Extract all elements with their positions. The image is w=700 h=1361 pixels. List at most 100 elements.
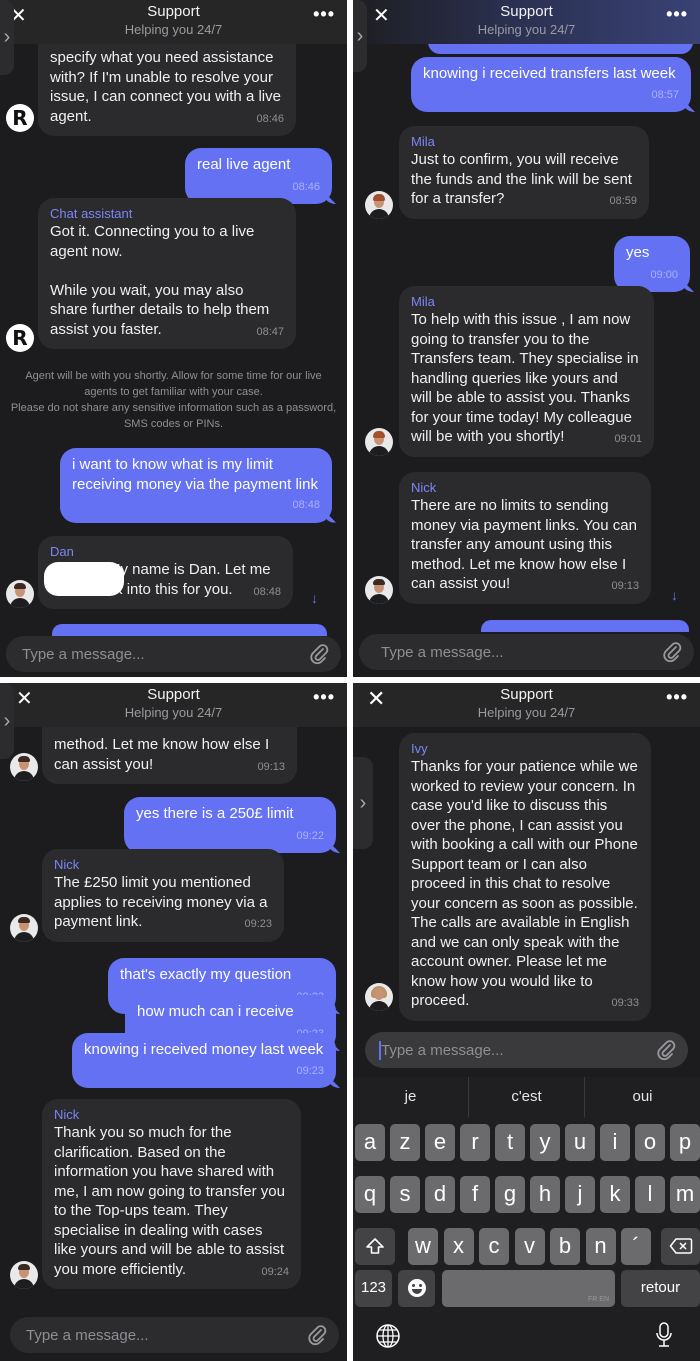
key-row3-4[interactable]: b: [550, 1228, 580, 1265]
side-drawer-handle[interactable]: ›: [0, 0, 14, 75]
key-row2-5[interactable]: h: [530, 1176, 560, 1213]
suggestion[interactable]: c'est: [469, 1077, 585, 1117]
chat-panel-3: ✕ Support Helping you 24/7 ••• › method.…: [0, 683, 347, 1361]
more-options-icon[interactable]: •••: [666, 4, 688, 25]
numbers-key[interactable]: 123: [355, 1270, 392, 1307]
key-row2-4[interactable]: g: [495, 1176, 525, 1213]
key-row3-1[interactable]: x: [443, 1228, 474, 1265]
attachment-paperclip-icon[interactable]: [662, 641, 682, 663]
key-row2-6[interactable]: j: [565, 1176, 595, 1213]
more-options-icon[interactable]: •••: [666, 687, 688, 708]
key-row2-0[interactable]: q: [355, 1176, 385, 1213]
close-icon[interactable]: ✕: [373, 6, 390, 26]
message-composer: [10, 1317, 339, 1353]
chevron-right-icon: ›: [359, 791, 367, 814]
shift-key[interactable]: [355, 1228, 395, 1265]
header-subtitle: Helping you 24/7: [477, 705, 576, 720]
key-row2-1[interactable]: s: [390, 1176, 420, 1213]
backspace-icon: [669, 1238, 692, 1254]
side-drawer-handle[interactable]: ›: [0, 683, 14, 759]
key-row2-9[interactable]: m: [670, 1176, 700, 1213]
key-row3-5[interactable]: n: [585, 1228, 616, 1265]
key-row2-8[interactable]: l: [635, 1176, 665, 1213]
user-message: real live agent 08:46: [185, 148, 332, 204]
more-options-icon[interactable]: •••: [313, 687, 335, 708]
more-options-icon[interactable]: •••: [313, 4, 335, 25]
chat-panel-4: ✕ Support Helping you 24/7 ••• › Ivy Tha…: [353, 683, 700, 1361]
close-icon[interactable]: ✕: [367, 688, 385, 710]
agent-message: Mila To help with this issue , I am now …: [399, 286, 654, 457]
header-subtitle: Helping you 24/7: [124, 22, 223, 37]
space-bar[interactable]: FR EN: [442, 1270, 615, 1307]
backspace-key[interactable]: [661, 1228, 700, 1265]
agent-notice: Agent will be with you shortly. Allow fo…: [10, 370, 337, 430]
user-message: knowing i received transfers last week 0…: [411, 57, 691, 112]
chat-header: ✕ Support Helping you 24/7 •••: [0, 0, 347, 44]
key-row1-8[interactable]: o: [635, 1124, 665, 1161]
agent-avatar-nick: [10, 753, 38, 781]
return-key[interactable]: retour: [621, 1270, 700, 1307]
header-subtitle: Helping you 24/7: [124, 705, 223, 720]
emoji-smiley-icon: [407, 1279, 426, 1298]
agent-message: Mila Just to confirm, you will receive t…: [399, 126, 649, 219]
header-title: Support: [147, 686, 200, 703]
key-row1-0[interactable]: a: [355, 1124, 385, 1161]
chat-header: ✕ Support Helping you 24/7 •••: [353, 0, 700, 44]
key-row1-2[interactable]: e: [425, 1124, 455, 1161]
agent-avatar-nick: [10, 914, 38, 942]
key-row2-7[interactable]: k: [600, 1176, 630, 1213]
message-input[interactable]: [381, 1032, 641, 1068]
header-title: Support: [500, 3, 553, 20]
message-input[interactable]: [22, 636, 282, 672]
key-row1-9[interactable]: p: [670, 1124, 700, 1161]
key-row3-2[interactable]: c: [479, 1228, 509, 1265]
partial-user-message: [52, 624, 327, 636]
key-row1-1[interactable]: z: [390, 1124, 420, 1161]
scroll-down-arrow-icon[interactable]: ↓: [671, 587, 678, 603]
key-row2-2[interactable]: d: [425, 1176, 455, 1213]
message-input[interactable]: [26, 1317, 286, 1353]
shift-arrow-icon: [366, 1238, 384, 1254]
key-row3-6[interactable]: ´: [621, 1228, 651, 1265]
message-input[interactable]: [381, 634, 641, 670]
autocorrect-suggestions: je c'est oui: [353, 1077, 700, 1117]
chevron-right-icon: ›: [3, 26, 11, 48]
agent-message: specify what you need assistance with? I…: [38, 28, 296, 136]
emoji-key[interactable]: [398, 1270, 435, 1307]
key-row1-6[interactable]: u: [565, 1124, 595, 1161]
redaction-mark: [44, 562, 124, 596]
key-row1-4[interactable]: t: [495, 1124, 525, 1161]
agent-message: Nick There are no limits to sending mone…: [399, 472, 651, 604]
key-row2-3[interactable]: f: [460, 1176, 490, 1213]
message-composer: [365, 1032, 688, 1068]
key-row1-3[interactable]: r: [460, 1124, 490, 1161]
microphone-icon[interactable]: [654, 1321, 674, 1354]
side-drawer-handle[interactable]: ›: [353, 757, 373, 849]
side-drawer-handle[interactable]: ›: [353, 0, 367, 72]
attachment-paperclip-icon[interactable]: [656, 1039, 676, 1061]
onscreen-keyboard: je c'est oui azertyuiop qsdfghjklm wxcvb…: [353, 1077, 700, 1361]
agent-message: Nick Thank you so much for the clarifica…: [42, 1099, 301, 1289]
chat-header: ✕ Support Helping you 24/7 •••: [0, 683, 347, 727]
chevron-right-icon: ›: [356, 24, 364, 47]
suggestion[interactable]: je: [353, 1077, 469, 1117]
key-row1-5[interactable]: y: [530, 1124, 560, 1161]
agent-avatar-nick: [365, 576, 393, 604]
scroll-down-arrow-icon[interactable]: ↓: [311, 590, 318, 606]
key-row3-3[interactable]: v: [514, 1228, 545, 1265]
message-composer: [6, 636, 341, 672]
header-title: Support: [500, 686, 553, 703]
key-row3-0[interactable]: w: [408, 1228, 438, 1265]
agent-avatar-mila: [365, 428, 393, 456]
revolut-logo-avatar: R: [6, 104, 34, 132]
agent-avatar-ivy: [365, 983, 393, 1011]
suggestion[interactable]: oui: [585, 1077, 700, 1117]
globe-icon[interactable]: [375, 1323, 401, 1354]
agent-message: Nick The £250 limit you mentioned applie…: [42, 849, 284, 942]
agent-message: Ivy Thanks for your patience while we wo…: [399, 733, 651, 1021]
key-row1-7[interactable]: i: [600, 1124, 630, 1161]
chevron-right-icon: ›: [3, 709, 11, 732]
close-icon[interactable]: ✕: [16, 689, 33, 709]
attachment-paperclip-icon[interactable]: [307, 1324, 327, 1346]
attachment-paperclip-icon[interactable]: [309, 643, 329, 665]
